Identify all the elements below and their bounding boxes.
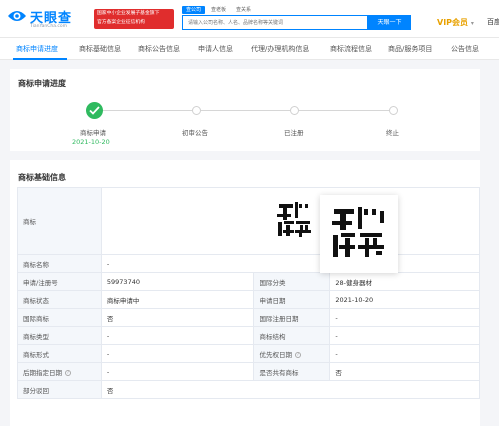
table-row: 商标类型 - 商标结构 - xyxy=(17,326,480,345)
search-button[interactable]: 天眼一下 xyxy=(368,15,411,30)
key-label: 优先权日期 xyxy=(259,350,292,359)
active-tab-indicator xyxy=(13,58,67,60)
top-header: 天眼查 TianYanCha.com 国家中小企业发展子基金旗下 官方备案企业征… xyxy=(0,0,499,38)
key-label: 后期指定日期 xyxy=(23,368,62,377)
search-tabs: 查公司 查老板 查关系 xyxy=(182,6,257,15)
nav-tab-goods-services[interactable]: 商品/服务项目 xyxy=(388,38,432,60)
progress-steps: 商标申请 2021-10-20 初审公告 已注册 终止 xyxy=(10,69,480,151)
step-label-terminated: 终止 xyxy=(386,129,399,137)
table-value: - xyxy=(329,308,480,327)
step-date-applied: 2021-10-20 xyxy=(72,138,110,146)
step-complete-icon xyxy=(86,102,103,119)
progress-card: 商标申请进度 商标申请 2021-10-20 初审公告 已注册 终止 xyxy=(10,69,480,151)
nav-tab-basic-info[interactable]: 商标基础信息 xyxy=(79,38,121,60)
table-value: 否 xyxy=(100,380,481,399)
table-key: 是否共有商标 xyxy=(253,362,331,381)
nav-tab-applicant[interactable]: 申请人信息 xyxy=(198,38,233,60)
table-value: 59973740 xyxy=(100,272,255,291)
table-value: 否 xyxy=(329,362,480,381)
table-row: 部分驳回 否 xyxy=(17,380,481,399)
step-connector xyxy=(299,110,389,111)
table-row: 后期指定日期? - 是否共有商标 否 xyxy=(17,362,480,381)
table-value: - xyxy=(329,326,480,345)
basic-info-card: 商标基础信息 商标 商标名称 - 申请/注册号 59973740 国际分类 28… xyxy=(10,160,481,426)
logo-subtext: TianYanCha.com xyxy=(30,24,68,29)
table-value: 商标申请中 xyxy=(100,290,255,309)
step-pending-dot xyxy=(192,106,201,115)
table-value: - xyxy=(329,344,480,363)
badge-line-2: 官方备案企业征信机构 xyxy=(97,20,145,25)
table-value: 2021-10-20 xyxy=(329,290,480,309)
table-row: 商标 xyxy=(17,187,481,255)
nav-tab-announcement[interactable]: 商标公告信息 xyxy=(138,38,180,60)
table-key: 优先权日期? xyxy=(253,344,331,363)
step-connector xyxy=(103,110,192,111)
table-key: 部分驳回 xyxy=(17,380,102,399)
nav-tab-notices[interactable]: 公告信息 xyxy=(451,38,479,60)
trademark-preview xyxy=(320,195,398,273)
basic-info-table: 商标 商标名称 - 申请/注册号 59973740 国际分类 28-健身器材 商… xyxy=(17,187,481,399)
table-key: 后期指定日期? xyxy=(17,362,102,381)
table-key: 国际分类 xyxy=(253,272,331,291)
tab-search-relation[interactable]: 查关系 xyxy=(232,6,255,14)
nav-tab-process[interactable]: 商标流程信息 xyxy=(330,38,372,60)
table-key: 商标名称 xyxy=(17,254,102,273)
vip-menu[interactable]: VIP会员 ▾ xyxy=(437,17,474,28)
table-key: 国际注册日期 xyxy=(253,308,331,327)
help-icon[interactable]: ? xyxy=(294,351,301,358)
tab-search-company[interactable]: 查公司 xyxy=(182,6,206,14)
table-row: 商标名称 - xyxy=(17,254,481,273)
table-value: - xyxy=(100,254,481,273)
table-value: 否 xyxy=(100,308,255,327)
badge-line-1: 国家中小企业发展子基金旗下 xyxy=(97,11,160,16)
trademark-thumbnail[interactable] xyxy=(265,192,325,248)
step-pending-dot xyxy=(290,106,299,115)
help-icon[interactable]: ? xyxy=(65,369,71,376)
table-row: 申请/注册号 59973740 国际分类 28-健身器材 xyxy=(17,272,480,291)
table-key: 商标形式 xyxy=(17,344,102,363)
step-connector xyxy=(201,110,290,111)
chevron-down-icon: ▾ xyxy=(470,20,474,27)
table-key: 商标结构 xyxy=(253,326,331,345)
nav-tab-progress[interactable]: 商标申请进度 xyxy=(16,38,58,60)
step-label-registered: 已注册 xyxy=(284,129,304,137)
nav-tab-agency[interactable]: 代理/办理机构信息 xyxy=(251,38,309,60)
logo-eye-icon xyxy=(8,11,26,21)
site-logo[interactable]: 天眼查 TianYanCha.com xyxy=(6,6,86,32)
search-box xyxy=(182,15,368,30)
tab-search-boss[interactable]: 查老板 xyxy=(207,6,230,14)
official-badge: 国家中小企业发展子基金旗下 官方备案企业征信机构 xyxy=(94,9,174,29)
header-extra-link[interactable]: 百度 xyxy=(487,17,499,27)
table-row: 商标形式 - 优先权日期? - xyxy=(17,344,480,363)
table-row: 国际商标 否 国际注册日期 - xyxy=(17,308,480,327)
basic-info-title: 商标基础信息 xyxy=(18,173,66,182)
section-nav: 商标申请进度 商标基础信息 商标公告信息 申请人信息 代理/办理机构信息 商标流… xyxy=(0,38,499,60)
table-value: - xyxy=(100,344,255,363)
table-key: 申请/注册号 xyxy=(17,272,102,291)
vip-label: VIP会员 xyxy=(437,18,469,27)
table-key: 申请日期 xyxy=(253,290,331,309)
table-row: 商标状态 商标申请中 申请日期 2021-10-20 xyxy=(17,290,480,309)
step-label-preliminary: 初审公告 xyxy=(182,129,208,137)
table-value: - xyxy=(100,326,255,345)
step-label-applied: 商标申请 xyxy=(80,129,106,137)
table-key: 商标状态 xyxy=(17,290,102,309)
table-value: - xyxy=(100,362,255,381)
search-input[interactable] xyxy=(183,16,367,29)
table-key: 商标类型 xyxy=(17,326,102,345)
check-icon xyxy=(89,106,100,115)
step-pending-dot xyxy=(389,106,398,115)
table-value: 28-健身器材 xyxy=(329,272,480,291)
table-key: 商标 xyxy=(17,187,102,255)
table-key: 国际商标 xyxy=(17,308,102,327)
